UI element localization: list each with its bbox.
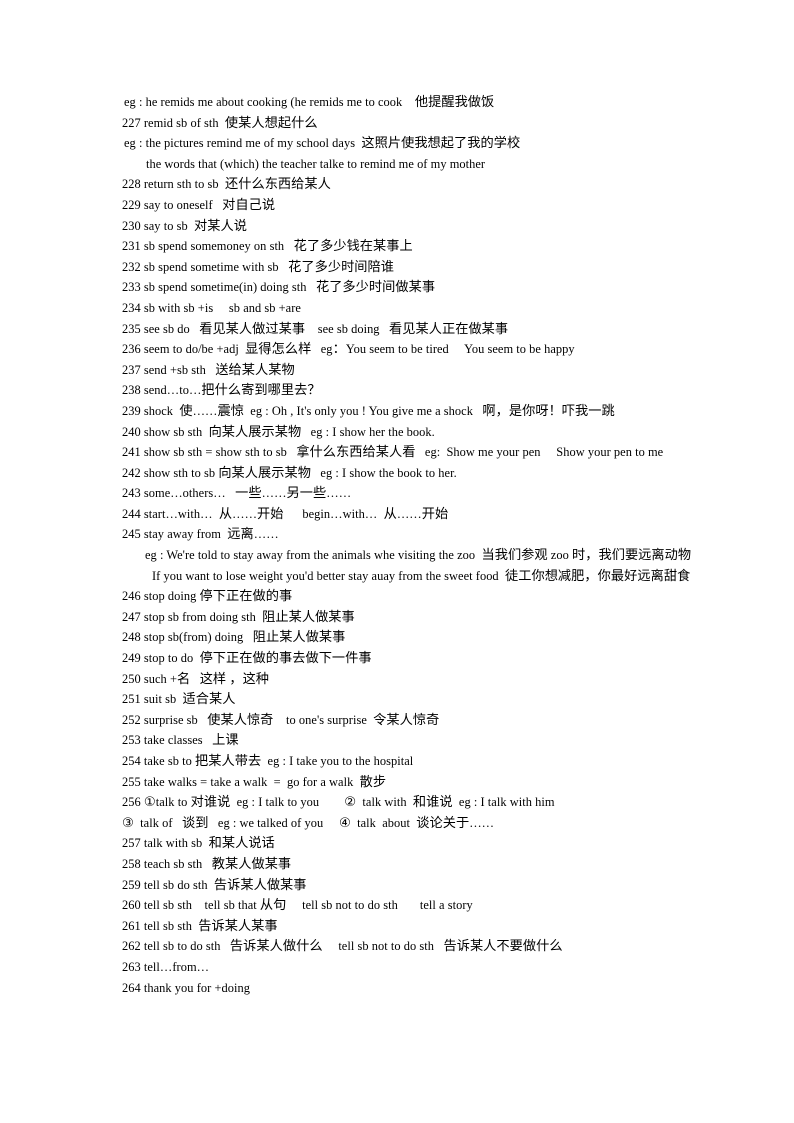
text-line: If you want to lose weight you'd better … — [152, 568, 691, 584]
text-line: 233 sb spend sometime(in) doing sth 花了多少… — [122, 280, 436, 296]
text-line: ③ talk of 谈到 eg : we talked of you ④ tal… — [122, 815, 495, 831]
text-line: 236 seem to do/be +adj 显得怎么样 eg：You seem… — [122, 342, 575, 358]
text-line: 246 stop doing 停下正在做的事 — [122, 589, 293, 605]
text-line: 253 take classes 上课 — [122, 733, 239, 749]
document-text-body: eg : he remids me about cooking (he remi… — [0, 92, 794, 998]
text-line: 249 stop to do 停下正在做的事去做下一件事 — [122, 651, 372, 667]
text-line: 232 sb spend sometime with sb 花了多少时间陪谁 — [122, 259, 395, 275]
text-line: 231 sb spend somemoney on sth 花了多少钱在某事上 — [122, 239, 413, 255]
text-line: 260 tell sb sth tell sb that 从句 tell sb … — [122, 898, 473, 914]
text-line: 252 surprise sb 使某人惊奇 to one's surprise … — [122, 712, 440, 728]
text-line: 242 show sth to sb 向某人展示某物 eg : I show t… — [122, 465, 457, 481]
text-line: 245 stay away from 远离…… — [122, 527, 279, 543]
text-line: 244 start…with… 从……开始 begin…with… 从……开始 — [122, 506, 449, 522]
text-line: eg : the pictures remind me of my school… — [124, 136, 521, 152]
text-line: 235 see sb do 看见某人做过某事 see sb doing 看见某人… — [122, 321, 509, 337]
text-line: 251 suit sb 适合某人 — [122, 692, 236, 708]
text-line: 228 return sth to sb 还什么东西给某人 — [122, 177, 331, 193]
text-line: 227 remid sb of sth 使某人想起什么 — [122, 115, 318, 131]
text-line: 261 tell sb sth 告诉某人某事 — [122, 918, 278, 934]
text-line: 263 tell…from… — [122, 959, 210, 974]
text-line: 237 send +sb sth 送给某人某物 — [122, 362, 295, 378]
text-line: 230 say to sb 对某人说 — [122, 218, 247, 234]
text-line: 229 say to oneself 对自己说 — [122, 197, 276, 213]
text-line: 259 tell sb do sth 告诉某人做某事 — [122, 877, 307, 893]
text-line: 264 thank you for +doing — [122, 980, 250, 995]
text-line: 247 stop sb from doing sth 阻止某人做某事 — [122, 609, 355, 625]
text-line: 257 talk with sb 和某人说话 — [122, 836, 275, 852]
text-line: 234 sb with sb +is sb and sb +are — [122, 300, 301, 315]
text-line: 238 send…to…把什么寄到哪里去？ — [122, 383, 321, 399]
text-line: 262 tell sb to do sth 告诉某人做什么 tell sb no… — [122, 939, 563, 955]
text-line: 255 take walks = take a walk = go for a … — [122, 774, 387, 790]
text-line: the words that (which) the teacher talke… — [146, 156, 486, 171]
text-line: 240 show sb sth 向某人展示某物 eg : I show her … — [122, 424, 435, 440]
text-line: 248 stop sb(from) doing 阻止某人做某事 — [122, 630, 346, 646]
text-line: 243 some…others… 一些……另一些…… — [122, 486, 352, 502]
text-line: 254 take sb to 把某人带去 eg : I take you to … — [122, 754, 414, 769]
text-line: 250 such +名 这样 ，这种 — [122, 671, 270, 687]
text-line: 239 shock 使……震惊 eg : Oh , It's only you … — [122, 403, 615, 419]
text-line: eg : he remids me about cooking (he remi… — [124, 95, 495, 110]
text-line: 256 ①talk to 对谁说 eg : I talk to you ② ta… — [122, 795, 555, 811]
text-line: 241 show sb sth = show sth to sb 拿什么东西给某… — [122, 445, 664, 461]
text-line: eg : We're told to stay away from the an… — [145, 548, 692, 564]
text-line: 258 teach sb sth 教某人做某事 — [122, 856, 292, 872]
document-page: eg : he remids me about cooking (he remi… — [0, 0, 794, 1123]
